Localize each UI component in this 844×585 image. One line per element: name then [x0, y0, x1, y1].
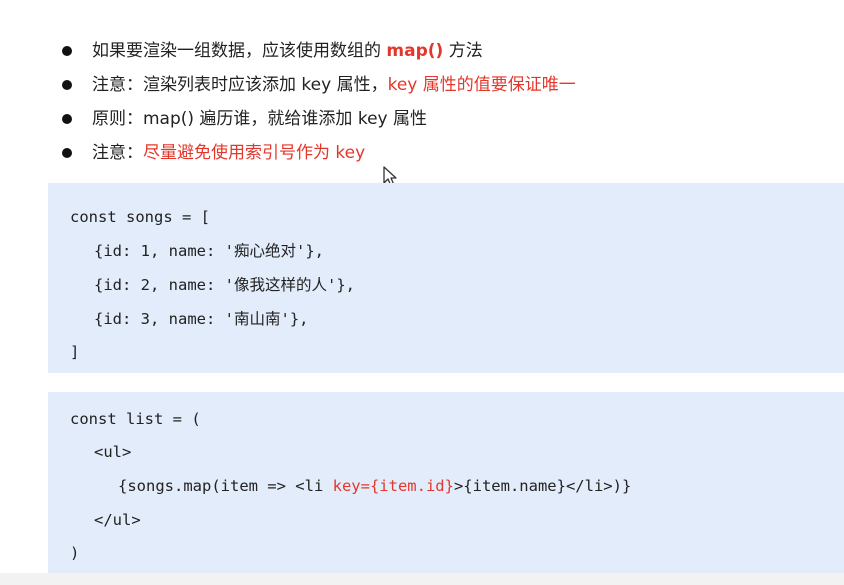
- code-fragment: {id: 3, name: ': [94, 310, 234, 328]
- bullet-text-3: 原则：map() 遍历谁，就给谁添加 key 属性: [92, 102, 427, 136]
- code-line: const songs = [: [70, 208, 210, 226]
- bullet-item-4: 注意：尽量避免使用索引号作为 key: [62, 136, 822, 170]
- bullet-dot-icon: [62, 80, 72, 90]
- bullet-4-avoid-index: 尽量避免使用索引号作为 key: [143, 143, 366, 163]
- code-line: {id: 1, name: '痴心绝对'},: [94, 240, 324, 262]
- code-fragment: '},: [327, 276, 355, 294]
- bullet-dot-icon: [62, 114, 72, 124]
- code-fragment: {songs.map(item => <li: [118, 477, 333, 495]
- bullet-list: 如果要渲染一组数据，应该使用数组的 map() 方法 注意：渲染列表时应该添加 …: [62, 34, 822, 170]
- bullet-item-1: 如果要渲染一组数据，应该使用数组的 map() 方法: [62, 34, 822, 68]
- code-line: ): [70, 544, 80, 562]
- bullet-text-2: 注意：渲染列表时应该添加 key 属性，key 属性的值要保证唯一: [92, 68, 576, 102]
- code-line: {id: 3, name: '南山南'},: [94, 308, 309, 330]
- bullet-2-key-unique: key 属性的值要保证唯一: [387, 75, 576, 95]
- bullet-1-part-1: 如果要渲染一组数据，应该使用数组的: [92, 41, 387, 61]
- song-name-string: 痴心绝对: [233, 242, 296, 260]
- bullet-dot-icon: [62, 46, 72, 56]
- song-name-string: 南山南: [233, 310, 281, 328]
- code-line: <ul>: [94, 443, 132, 461]
- bullet-1-map-method: map(): [386, 41, 444, 61]
- bullet-text-1: 如果要渲染一组数据，应该使用数组的 map() 方法: [92, 34, 483, 68]
- code-fragment: '},: [296, 242, 324, 260]
- bullet-text-4: 注意：尽量避免使用索引号作为 key: [92, 136, 365, 170]
- bullet-3-part-1: 原则：map() 遍历谁，就给谁添加 key 属性: [92, 109, 428, 129]
- bullet-1-part-3: 方法: [443, 41, 483, 61]
- code-fragment: >{item.name}</li>)}: [453, 477, 632, 495]
- bottom-strip: [0, 573, 844, 585]
- code-line: ]: [70, 343, 80, 361]
- code-line: </ul>: [94, 511, 141, 529]
- code-line: {id: 2, name: '像我这样的人'},: [94, 274, 355, 296]
- code-line: {songs.map(item => <li key={item.id}>{it…: [118, 475, 631, 497]
- bullet-item-3: 原则：map() 遍历谁，就给谁添加 key 属性: [62, 102, 822, 136]
- code-fragment: '},: [280, 310, 309, 328]
- bullet-2-part-1: 注意：渲染列表时应该添加 key 属性，: [92, 75, 388, 95]
- key-attribute: key={item.id}: [332, 477, 454, 495]
- bullet-item-2: 注意：渲染列表时应该添加 key 属性，key 属性的值要保证唯一: [62, 68, 822, 102]
- bullet-dot-icon: [62, 148, 72, 158]
- song-name-string: 像我这样的人: [233, 276, 327, 294]
- code-fragment: {id: 1, name: ': [94, 242, 234, 260]
- code-block-songs: const songs = [ {id: 1, name: '痴心绝对'}, {…: [48, 183, 844, 373]
- code-block-list: const list = ( <ul> {songs.map(item => <…: [48, 392, 844, 573]
- code-fragment: {id: 2, name: ': [94, 276, 234, 294]
- bullet-4-part-1: 注意：: [92, 143, 143, 163]
- code-line: const list = (: [70, 410, 201, 428]
